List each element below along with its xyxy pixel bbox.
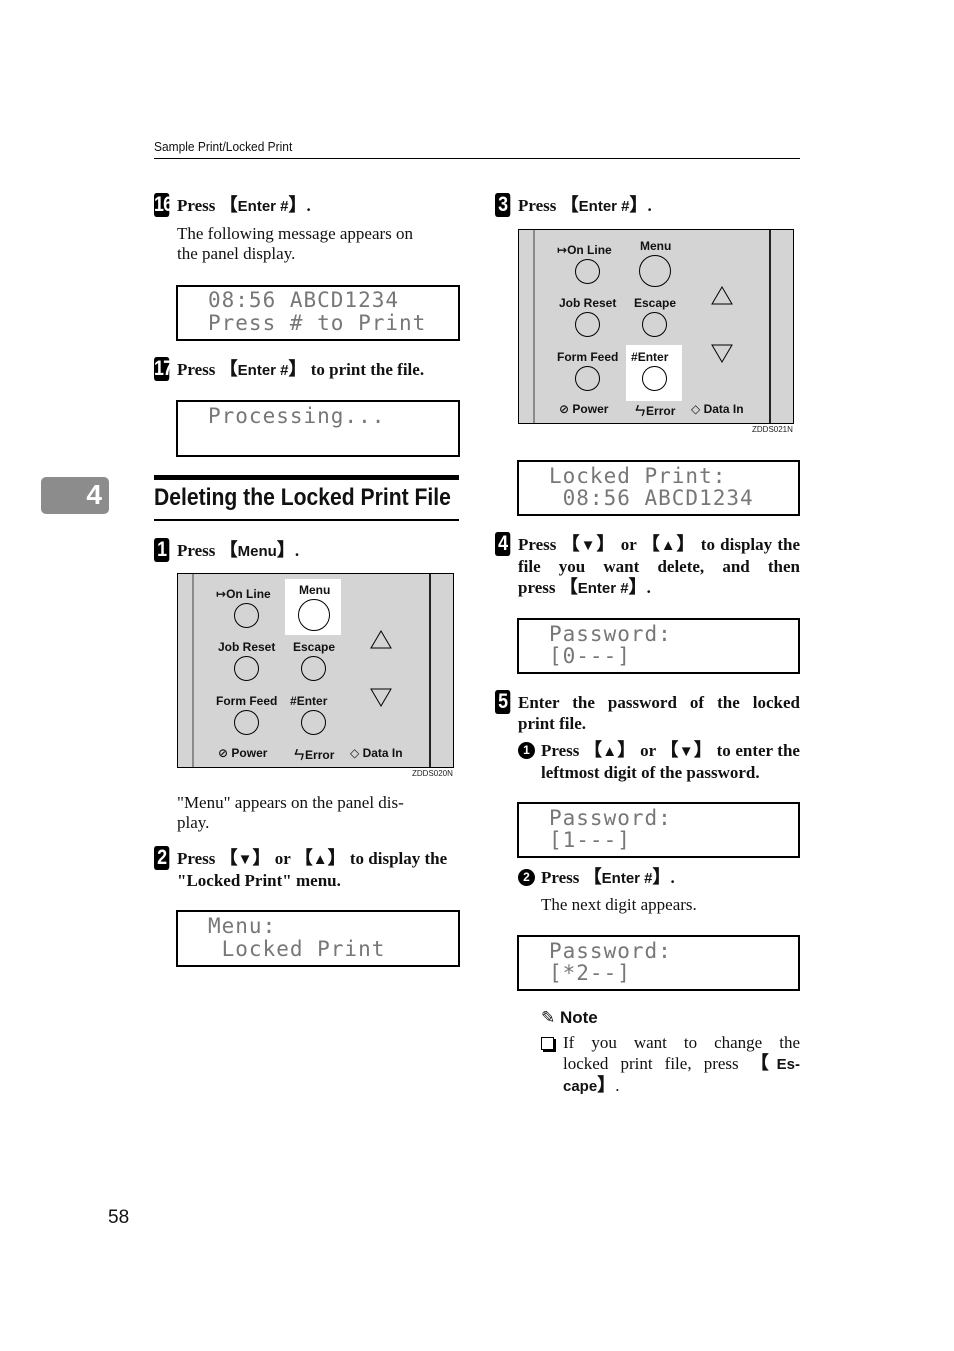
key-enter: Enter #	[578, 198, 630, 215]
key-enter: Enter #	[237, 198, 289, 215]
page-number: 58	[108, 1207, 130, 1228]
step-16-description: The following message appears on the pan…	[177, 224, 414, 263]
chapter-tab: 4	[41, 477, 109, 514]
step-1-description: "Menu" appears on the panel dis- play.	[177, 793, 404, 832]
step-number: 17	[154, 357, 173, 381]
on-line-button-icon	[234, 603, 259, 628]
lcd-display: Password: [*2--]	[517, 935, 800, 991]
pencil-icon: ✎	[541, 1008, 556, 1027]
section-rule-bottom	[154, 519, 459, 521]
sub-step-1: 1 Press 【▲】 or 【▼】 to enter the leftmost…	[518, 740, 800, 783]
hash-icon: #	[290, 694, 297, 708]
lcd-display: Menu: Locked Print	[176, 910, 460, 967]
control-panel-illustration: ↦On Line Menu Job Reset Escape Form Feed…	[177, 573, 454, 768]
key-down: ▼	[237, 851, 253, 868]
enter-button-icon	[642, 366, 667, 391]
key-escape: Es-	[776, 1056, 801, 1073]
lcd-display: Password: [0---]	[517, 618, 800, 674]
error-icon: ㄣ	[293, 748, 306, 762]
power-icon: ⊘	[559, 402, 570, 416]
escape-button-icon	[301, 656, 326, 681]
sub-step-2: 2 Press 【Enter #】.	[518, 867, 800, 889]
label-form-feed: Form Feed	[216, 694, 278, 708]
label-power: ⊘ Power	[218, 746, 268, 760]
label-job-reset: Job Reset	[559, 296, 617, 310]
checkbox-bullet-icon	[541, 1037, 554, 1050]
form-feed-button-icon	[234, 710, 259, 735]
label-menu: Menu	[299, 583, 331, 597]
form-feed-button-icon	[575, 366, 600, 391]
figure-code: ZDDS020N	[412, 769, 453, 778]
menu-button-icon	[639, 255, 671, 287]
label-data-in: ◇ Data In	[350, 746, 403, 760]
enter-button-icon	[301, 710, 326, 735]
lcd-display: Processing...	[176, 400, 460, 457]
step-number: 3	[495, 193, 511, 217]
header-rule	[154, 158, 800, 159]
note-heading: ✎ Note	[541, 1008, 598, 1027]
up-arrow-icon	[711, 286, 733, 305]
error-icon: ㄣ	[634, 404, 647, 418]
label-power: ⊘ Power	[559, 402, 609, 416]
on-line-arrow-icon: ↦	[557, 243, 568, 257]
label-form-feed: Form Feed	[557, 350, 619, 364]
up-arrow-icon	[370, 630, 392, 649]
key-up: ▲	[602, 743, 618, 760]
escape-button-icon	[642, 312, 667, 337]
label-data-in: ◇ Data In	[691, 402, 744, 416]
menu-button-icon	[298, 599, 330, 631]
data-in-icon: ◇	[691, 402, 701, 416]
key-enter: Enter #	[577, 580, 629, 597]
power-icon: ⊘	[218, 746, 229, 760]
job-reset-button-icon	[234, 656, 259, 681]
label-escape: Escape	[293, 640, 336, 654]
chapter-number: 4	[86, 479, 102, 510]
on-line-button-icon	[575, 259, 600, 284]
down-arrow-icon	[370, 688, 392, 707]
step-number: 2	[154, 846, 170, 870]
step-number: 4	[495, 532, 511, 556]
key-menu: Menu	[237, 543, 277, 560]
sub-step-number: 1	[518, 742, 535, 759]
key-down: ▼	[678, 743, 694, 760]
data-in-icon: ◇	[350, 746, 360, 760]
key-up: ▲	[312, 851, 328, 868]
down-arrow-icon	[711, 344, 733, 363]
step-number: 16	[154, 193, 173, 217]
label-escape: Escape	[634, 296, 677, 310]
lcd-display: Locked Print: 08:56 ABCD1234	[517, 460, 800, 516]
label-enter: #Enter	[631, 350, 669, 364]
sub-step-number: 2	[518, 869, 535, 886]
running-header: Sample Print/Locked Print	[154, 139, 293, 154]
lcd-display: Password: [1---]	[517, 802, 800, 858]
label-enter: #Enter	[290, 694, 328, 708]
key-enter: Enter #	[237, 362, 289, 379]
note-item: If you want to change the locked print f…	[541, 1033, 800, 1097]
label-on-line: ↦On Line	[557, 243, 612, 257]
label-menu: Menu	[640, 239, 672, 253]
lcd-display: 08:56 ABCD1234 Press # to Print	[176, 285, 460, 341]
key-enter: Enter #	[601, 870, 653, 887]
key-down: ▼	[580, 537, 597, 554]
key-up: ▲	[660, 537, 677, 554]
on-line-arrow-icon: ↦	[216, 587, 227, 601]
section-rule-top	[154, 475, 459, 480]
label-job-reset: Job Reset	[218, 640, 276, 654]
label-error: ㄣError	[293, 748, 335, 762]
job-reset-button-icon	[575, 312, 600, 337]
hash-icon: #	[631, 350, 638, 364]
label-error: ㄣError	[634, 404, 676, 418]
control-panel-illustration: ↦On Line Menu Job Reset Escape Form Feed…	[518, 229, 794, 424]
step-number: 5	[495, 690, 511, 714]
label-on-line: ↦On Line	[216, 587, 271, 601]
section-title: Deleting the Locked Print File	[154, 484, 451, 511]
figure-code: ZDDS021N	[752, 425, 793, 434]
sub-step-2-description: The next digit appears.	[541, 895, 697, 914]
step-number: 1	[154, 538, 170, 562]
